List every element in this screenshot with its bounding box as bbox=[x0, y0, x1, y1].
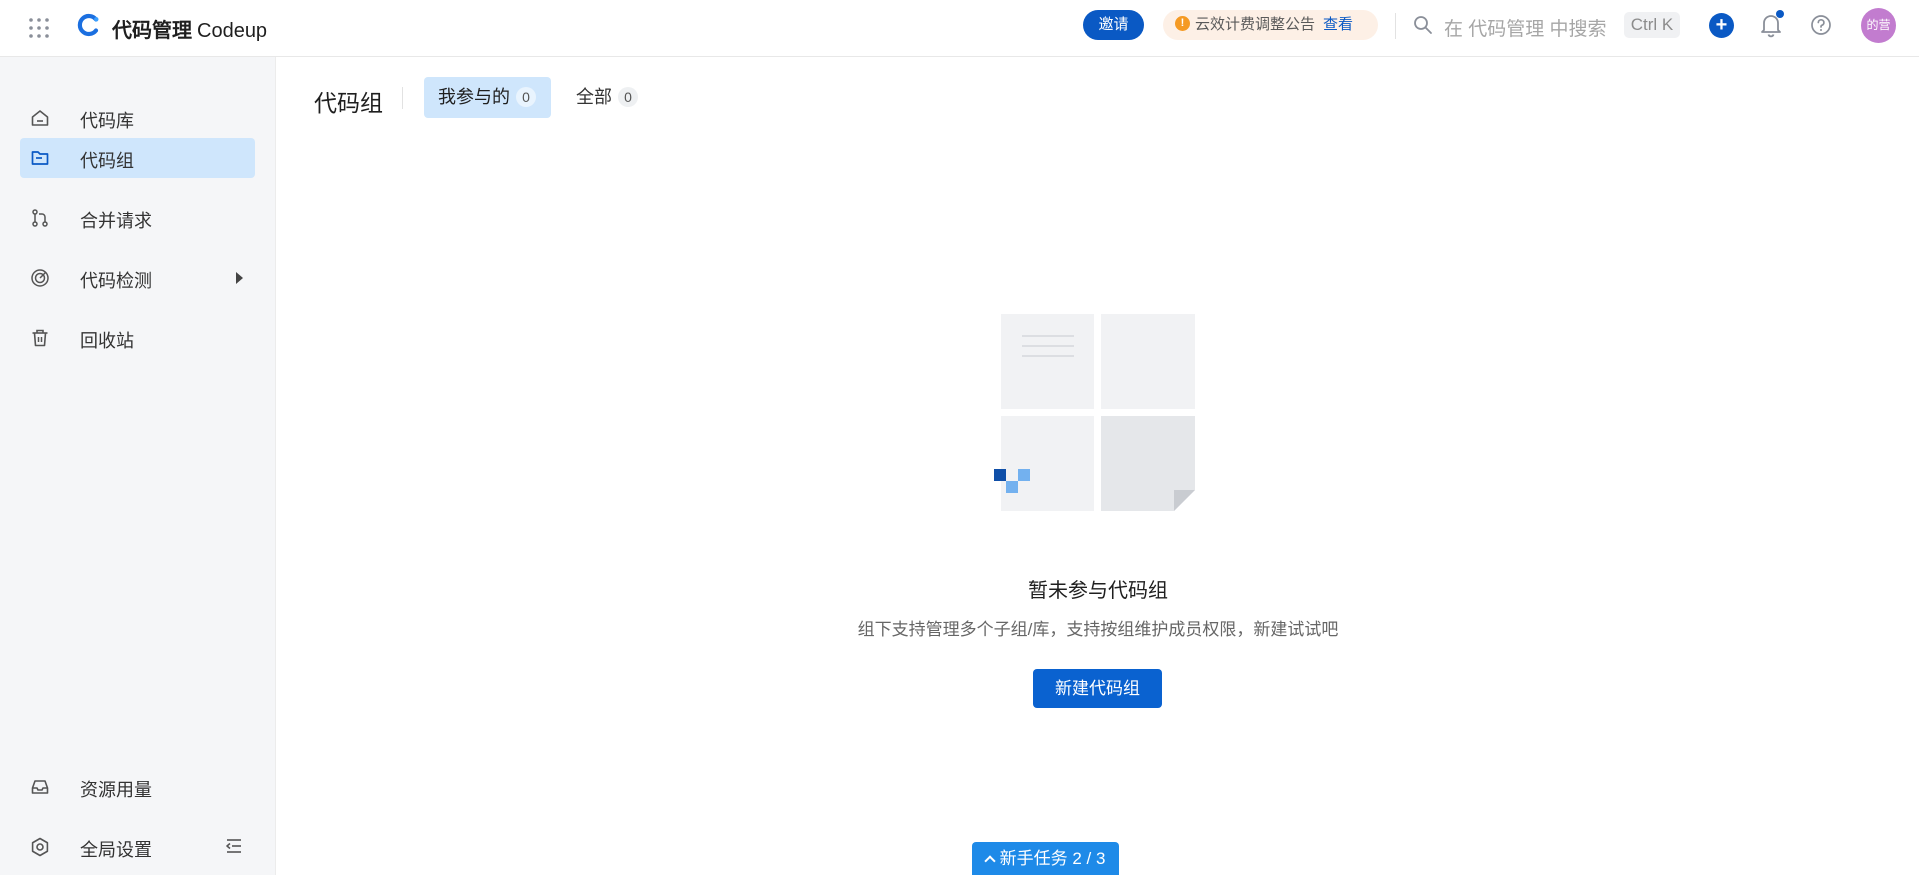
top-bar: 代码管理 Codeup 邀请 ! 云效计费调整公告 查看 在 代码管理 中搜索 Ctr… bbox=[0, 0, 1919, 57]
sidebar-item-label: 代码检测 bbox=[80, 271, 152, 291]
user-avatar[interactable]: 的营 bbox=[1861, 8, 1896, 43]
codeup-logo-icon bbox=[77, 13, 99, 37]
tab-count-badge: 0 bbox=[618, 86, 638, 107]
tab-my-groups[interactable]: 我参与的 0 bbox=[424, 77, 551, 118]
title-divider bbox=[402, 87, 403, 109]
folder-icon bbox=[31, 151, 49, 165]
sidebar-item-repositories[interactable]: 代码库 bbox=[20, 98, 255, 138]
empty-state-title: 暂未参与代码组 bbox=[1028, 580, 1168, 602]
tab-label: 全部 bbox=[576, 87, 612, 107]
empty-state-illustration bbox=[994, 314, 1195, 511]
sidebar-item-recycle-bin[interactable]: 回收站 bbox=[20, 318, 255, 358]
app-name-en: Codeup bbox=[197, 20, 268, 42]
page-title: 代码组 bbox=[314, 90, 383, 116]
announcement-text: 云效计费调整公告 bbox=[1195, 16, 1316, 33]
sidebar-item-label: 代码库 bbox=[80, 111, 134, 131]
sidebar-item-label: 资源用量 bbox=[80, 780, 152, 800]
create-group-button[interactable]: 新建代码组 bbox=[1033, 669, 1162, 708]
trash-icon bbox=[32, 329, 48, 347]
settings-icon bbox=[31, 837, 49, 857]
expand-caret-icon[interactable] bbox=[236, 272, 243, 284]
sidebar-item-label: 合并请求 bbox=[80, 211, 152, 231]
merge-icon bbox=[32, 209, 48, 227]
sidebar-item-label: 全局设置 bbox=[80, 840, 152, 860]
tab-count-badge: 0 bbox=[516, 86, 536, 107]
onboarding-tasks-label: 新手任务 2 / 3 bbox=[999, 849, 1106, 868]
scan-icon bbox=[31, 269, 49, 287]
onboarding-tasks-button[interactable]: 新手任务 2 / 3 bbox=[972, 842, 1119, 875]
sidebar-item-label: 回收站 bbox=[80, 331, 134, 351]
tab-label: 我参与的 bbox=[438, 87, 510, 107]
warning-icon: ! bbox=[1175, 16, 1190, 32]
announcement-view-link[interactable]: 查看 bbox=[1323, 16, 1353, 33]
home-icon bbox=[31, 110, 49, 126]
sidebar: 代码库 代码组 合并请求 代码检测 回收站 资源用量 全局设置 bbox=[0, 57, 276, 875]
app-title: 代码管理 Codeup bbox=[112, 14, 267, 43]
search-shortcut-badge: Ctrl K bbox=[1624, 12, 1680, 38]
invite-button[interactable]: 邀请 bbox=[1083, 10, 1144, 40]
create-plus-button[interactable]: + bbox=[1709, 13, 1734, 38]
search-icon[interactable] bbox=[1413, 15, 1433, 35]
app-name: 代码管理 bbox=[112, 20, 192, 42]
notification-dot bbox=[1776, 10, 1784, 18]
sidebar-item-global-settings[interactable]: 全局设置 bbox=[20, 827, 255, 867]
sidebar-item-resource-usage[interactable]: 资源用量 bbox=[20, 767, 255, 807]
chevron-up-icon bbox=[983, 854, 996, 867]
inbox-icon bbox=[31, 780, 49, 794]
empty-state-description: 组下支持管理多个子组/库，支持按组维护成员权限，新建试试吧 bbox=[857, 620, 1339, 639]
sidebar-item-merge-requests[interactable]: 合并请求 bbox=[20, 198, 255, 238]
tab-all-groups[interactable]: 全部 0 bbox=[564, 77, 644, 118]
header-divider bbox=[1395, 13, 1396, 39]
sidebar-item-label: 代码组 bbox=[80, 151, 134, 171]
collapse-sidebar-icon[interactable] bbox=[224, 836, 244, 856]
announcement-banner[interactable]: ! 云效计费调整公告 查看 bbox=[1163, 10, 1378, 40]
search-input[interactable]: 在 代码管理 中搜索 bbox=[1444, 14, 1607, 41]
help-icon[interactable] bbox=[1810, 14, 1832, 36]
sidebar-item-code-scan[interactable]: 代码检测 bbox=[20, 258, 255, 298]
apps-grid-icon[interactable] bbox=[26, 15, 52, 41]
sidebar-item-groups[interactable]: 代码组 bbox=[20, 138, 255, 178]
